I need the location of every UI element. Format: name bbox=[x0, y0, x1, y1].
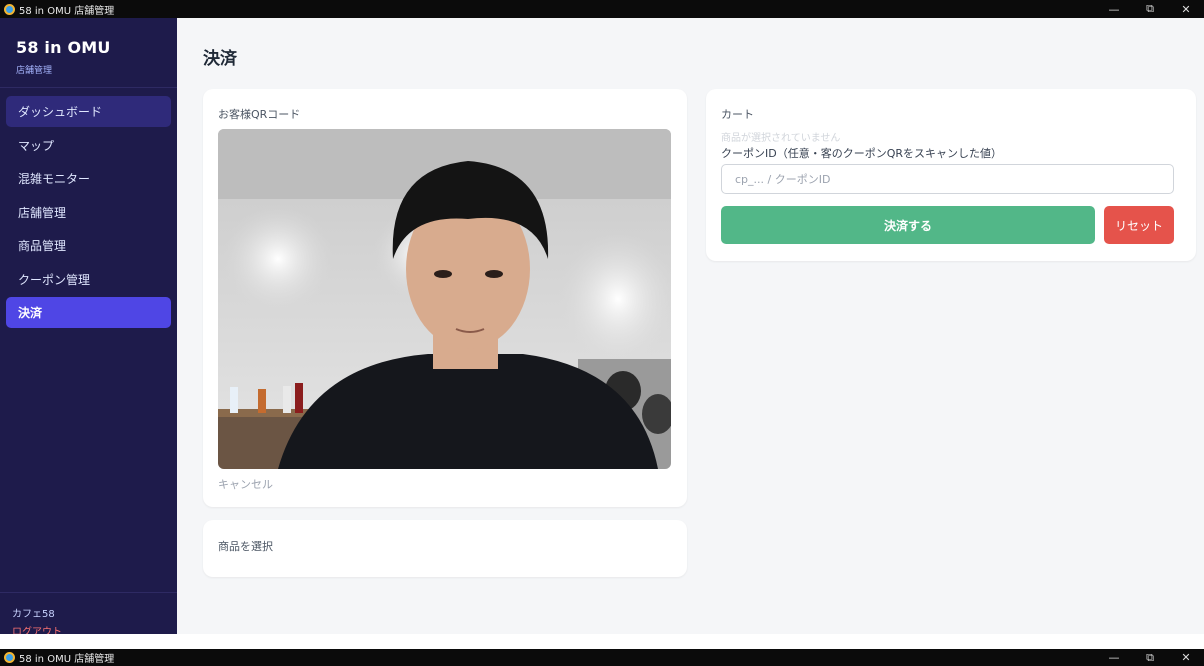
app-icon bbox=[4, 3, 15, 15]
close-icon[interactable]: ✕ bbox=[1168, 0, 1204, 18]
sidebar-item-coupon-management[interactable]: クーポン管理 bbox=[6, 264, 171, 295]
sidebar: 58 in OMU 店舗管理 ダッシュボード マップ 混雑モニター 店舗管理 商… bbox=[0, 18, 177, 638]
camera-preview bbox=[218, 129, 671, 469]
cart-empty-message: 商品が選択されていません bbox=[721, 133, 841, 144]
coupon-id-label: クーポンID（任意・客のクーポンQRをスキャンした値） bbox=[721, 147, 1003, 160]
window-controls: — ⧉ ✕ bbox=[1096, 0, 1204, 18]
window-titlebar: 58 in OMU 店舗管理 — ⧉ ✕ bbox=[0, 0, 1204, 18]
sidebar-item-label: 商品管理 bbox=[18, 239, 67, 253]
cancel-scan-link[interactable]: キャンセル bbox=[218, 476, 273, 492]
restore-icon[interactable]: ⧉ bbox=[1132, 0, 1168, 18]
sidebar-item-label: マップ bbox=[18, 138, 55, 153]
sidebar-item-dashboard[interactable]: ダッシュボード bbox=[6, 96, 171, 127]
minimize-icon[interactable]: — bbox=[1096, 0, 1132, 18]
window-title: 58 in OMU 店舗管理 bbox=[19, 5, 115, 17]
sidebar-nav: ダッシュボード マップ 混雑モニター 店舗管理 商品管理 クーポン管理 決済 bbox=[0, 88, 177, 339]
sidebar-item-congestion-monitor[interactable]: 混雑モニター bbox=[6, 163, 171, 194]
coupon-id-input[interactable] bbox=[721, 164, 1174, 194]
qr-scanner-label: お客様QRコード bbox=[218, 108, 301, 121]
close-icon[interactable]: ✕ bbox=[1168, 649, 1204, 666]
product-selection-label: 商品を選択 bbox=[218, 540, 273, 553]
second-window-controls: — ⧉ ✕ bbox=[1096, 649, 1204, 666]
qr-scanner-card: お客様QRコード キャンセル bbox=[203, 89, 687, 507]
reset-button[interactable]: リセット bbox=[1104, 206, 1174, 244]
sidebar-item-label: 混雑モニター bbox=[18, 172, 91, 186]
minimize-icon[interactable]: — bbox=[1096, 649, 1132, 666]
sidebar-item-label: 決済 bbox=[18, 306, 43, 320]
sidebar-item-label: クーポン管理 bbox=[18, 272, 91, 287]
brand-name: 58 in OMU bbox=[16, 38, 111, 57]
sidebar-footer: カフェ58 ログアウト bbox=[0, 592, 177, 638]
second-window-title: 58 in OMU 店舗管理 bbox=[19, 654, 115, 665]
sidebar-item-map[interactable]: マップ bbox=[6, 130, 171, 161]
sidebar-item-label: 店舗管理 bbox=[18, 205, 67, 220]
page-title: 決済 bbox=[203, 49, 237, 69]
brand-subtitle: 店舗管理 bbox=[16, 66, 53, 76]
restore-icon[interactable]: ⧉ bbox=[1132, 649, 1168, 666]
window-gap bbox=[0, 634, 1204, 649]
sidebar-item-store-management[interactable]: 店舗管理 bbox=[6, 197, 171, 228]
product-selection-card: 商品を選択 bbox=[203, 520, 687, 577]
camera-feed-image bbox=[218, 129, 671, 469]
sidebar-item-label: ダッシュボード bbox=[18, 105, 103, 119]
cart-label: カート bbox=[721, 108, 754, 121]
cart-card: カート 商品が選択されていません クーポンID（任意・客のクーポンQRをスキャン… bbox=[706, 89, 1196, 261]
second-window-titlebar: 58 in OMU 店舗管理 — ⧉ ✕ bbox=[0, 649, 1204, 666]
pay-button[interactable]: 決済する bbox=[721, 206, 1095, 244]
sidebar-item-payment[interactable]: 決済 bbox=[6, 297, 171, 328]
sidebar-item-product-management[interactable]: 商品管理 bbox=[6, 230, 171, 261]
store-name: カフェ58 bbox=[12, 609, 55, 620]
app-icon bbox=[4, 652, 15, 663]
main-content: 決済 お客様QRコード キャンセル 商品を選択 カート 商品が選択されていません… bbox=[177, 18, 1204, 634]
brand: 58 in OMU 店舗管理 bbox=[0, 18, 177, 88]
